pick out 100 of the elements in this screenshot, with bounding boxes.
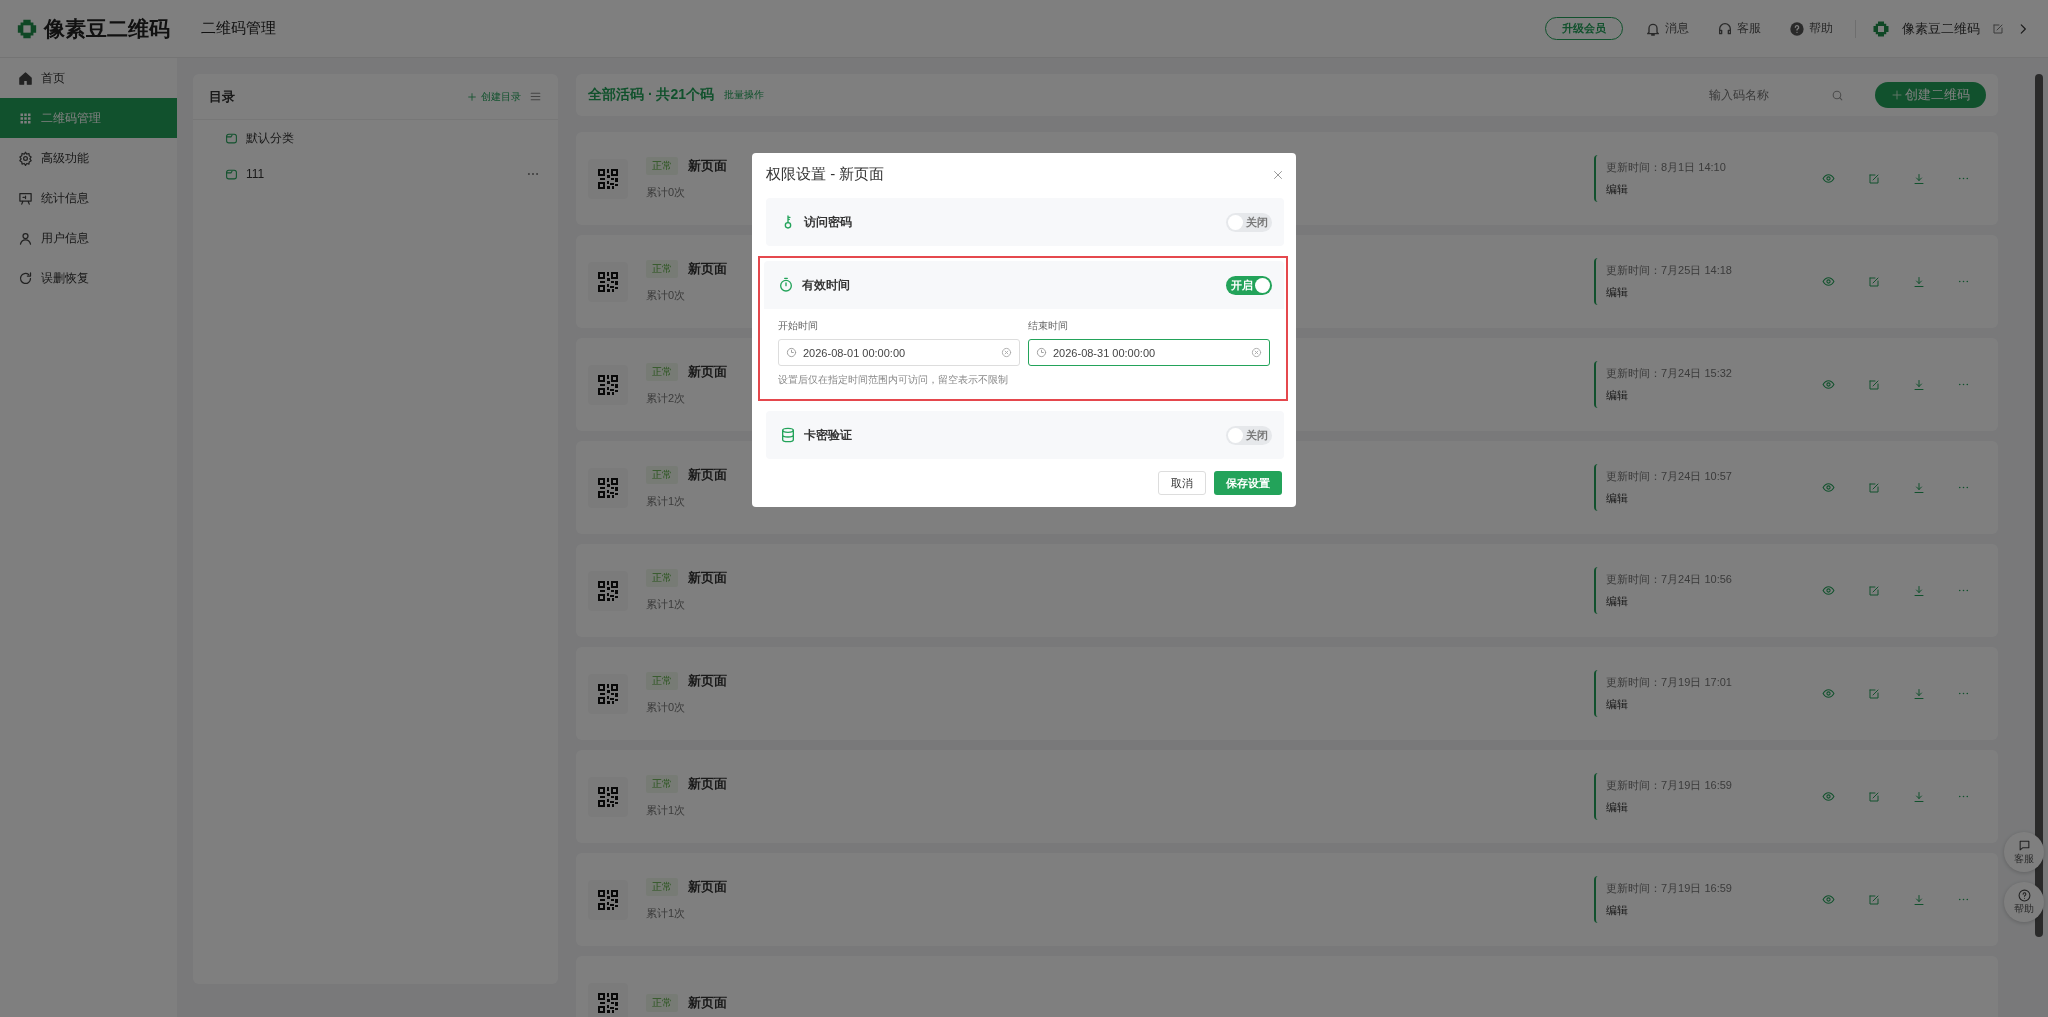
edit-link[interactable]: 编辑: [1606, 903, 1776, 918]
clear-icon: [1001, 347, 1012, 358]
toggle-switch[interactable]: 关闭: [1226, 212, 1272, 232]
qr-name: 新页面: [688, 569, 727, 587]
edit-link[interactable]: 编辑: [1606, 388, 1776, 403]
folder-icon: [225, 167, 238, 181]
download-icon: [1912, 481, 1925, 494]
plus-icon: [467, 91, 477, 102]
scan-count: 累计1次: [646, 803, 687, 818]
qr-code-icon: [598, 374, 618, 395]
sidebar-item[interactable]: 首页: [0, 58, 177, 98]
toggle-switch[interactable]: 开启: [1226, 275, 1272, 295]
qr-name: 新页面: [688, 878, 727, 896]
eye-icon: [1822, 584, 1835, 597]
sidebar-item[interactable]: 误删恢复: [0, 258, 177, 298]
scan-count: 累计0次: [646, 288, 687, 303]
download-icon: [1912, 893, 1925, 906]
batch-link[interactable]: 批量操作: [724, 88, 764, 102]
edit-icon: [1867, 275, 1880, 288]
scan-count: 累计1次: [646, 906, 687, 921]
date-time-field[interactable]: 2026-08-31 00:00:00: [1028, 339, 1270, 366]
toggle-switch[interactable]: 关闭: [1226, 425, 1272, 445]
download-icon: [1912, 275, 1925, 288]
section-title: 有效时间: [802, 276, 851, 294]
update-time: 更新时间：7月19日 16:59: [1606, 778, 1733, 793]
update-time: 更新时间：7月19日 16:59: [1606, 881, 1733, 896]
scrollbar[interactable]: [2035, 74, 2043, 937]
field-label: 结束时间: [1028, 319, 1069, 333]
date-time-field[interactable]: 2026-08-01 00:00:00: [778, 339, 1020, 366]
edit-icon: [1867, 378, 1880, 391]
create-folder-link[interactable]: 创建目录: [467, 89, 521, 104]
folder-item[interactable]: 111: [193, 156, 558, 192]
update-time: 更新时间：7月24日 10:56: [1606, 572, 1733, 587]
headset-icon: [1717, 20, 1733, 37]
scan-count: 累计1次: [646, 494, 687, 509]
edit-icon: [1992, 22, 2004, 35]
status-tag: 正常: [646, 569, 678, 587]
qr-code-icon: [598, 992, 618, 1013]
edit-link[interactable]: 编辑: [1606, 594, 1776, 609]
chat-icon: [2017, 838, 2031, 852]
download-icon: [1912, 687, 1925, 700]
qr-code-icon: [598, 168, 618, 189]
status-tag: 正常: [646, 878, 678, 896]
scan-count: 累计1次: [646, 597, 687, 612]
download-icon: [1912, 172, 1925, 185]
cancel-button[interactable]: 取消: [1158, 471, 1206, 495]
eye-icon: [1822, 687, 1835, 700]
sidebar-item[interactable]: 统计信息: [0, 178, 177, 218]
update-time: 更新时间：7月19日 17:01: [1606, 675, 1733, 690]
update-time: 更新时间：8月1日 14:10: [1606, 160, 1727, 175]
clear-icon: [1251, 347, 1262, 358]
list-title: 全部活码 · 共21个码: [588, 86, 714, 104]
scan-count: 累计0次: [646, 700, 687, 715]
edit-link[interactable]: 编辑: [1606, 182, 1776, 197]
eye-icon: [1822, 481, 1835, 494]
scan-count: 累计2次: [646, 391, 687, 406]
qr-name: 新页面: [688, 993, 727, 1012]
header-link[interactable]: 客服: [1711, 19, 1767, 38]
create-qr-button[interactable]: 创建二维码: [1875, 82, 1986, 108]
edit-icon: [1867, 481, 1880, 494]
floating-button[interactable]: 帮助: [2004, 882, 2044, 922]
header-link[interactable]: 消息: [1639, 19, 1695, 38]
eye-icon: [1822, 275, 1835, 288]
eye-icon: [1822, 172, 1835, 185]
sidebar-item[interactable]: 二维码管理: [0, 98, 177, 138]
close-button[interactable]: [1272, 168, 1284, 181]
user-icon: [18, 230, 33, 246]
edit-link[interactable]: 编辑: [1606, 285, 1776, 300]
qr-code-icon: [598, 477, 618, 498]
search-icon: [1831, 88, 1844, 102]
edit-link[interactable]: 编辑: [1606, 491, 1776, 506]
qr-name: 新页面: [688, 157, 727, 175]
help-icon: [2017, 888, 2031, 902]
help-icon: [1789, 20, 1805, 37]
edit-icon: [1867, 790, 1880, 803]
sidebar-item[interactable]: 用户信息: [0, 218, 177, 258]
qr-code-icon: [598, 683, 618, 704]
qr-code-icon: [598, 889, 618, 910]
save-button[interactable]: 保存设置: [1214, 471, 1282, 495]
update-time: 更新时间：7月25日 14:18: [1606, 263, 1733, 278]
status-tag: 正常: [646, 993, 678, 1012]
upgrade-button[interactable]: 升级会员: [1545, 17, 1623, 40]
plus-icon: [1891, 89, 1903, 101]
qr-code-icon: [598, 580, 618, 601]
search-field[interactable]: 输入码名称: [1707, 87, 1831, 103]
edit-link[interactable]: 编辑: [1606, 697, 1776, 712]
eye-icon: [1822, 790, 1835, 803]
edit-icon: [1867, 584, 1880, 597]
header-link[interactable]: 帮助: [1783, 19, 1839, 38]
edit-icon: [1867, 172, 1880, 185]
sidebar-item[interactable]: 高级功能: [0, 138, 177, 178]
edit-icon: [1867, 687, 1880, 700]
folder-item[interactable]: 默认分类: [193, 120, 558, 156]
section-title: 访问密码: [804, 213, 853, 231]
edit-link[interactable]: 编辑: [1606, 800, 1776, 815]
eye-icon: [1822, 893, 1835, 906]
panel-title: 目录: [209, 87, 236, 106]
floating-button[interactable]: 客服: [2004, 832, 2044, 872]
logo-icon: [1872, 19, 1890, 38]
menu-icon: [529, 90, 542, 103]
